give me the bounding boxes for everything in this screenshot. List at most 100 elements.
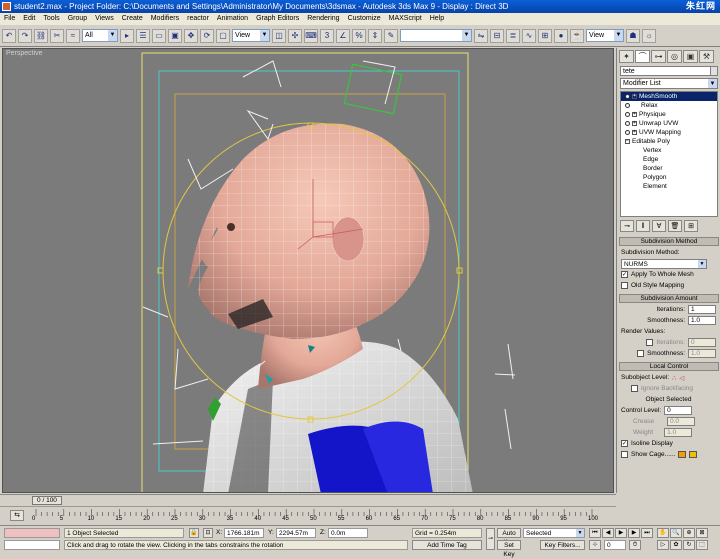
motion-tab-icon[interactable]: ◎ bbox=[667, 50, 682, 63]
rollout-subdivision-amount[interactable]: Subdivision Amount bbox=[619, 294, 719, 303]
maxscript-mini-listener[interactable] bbox=[4, 540, 60, 550]
redo-icon[interactable]: ↷ bbox=[18, 28, 32, 43]
perspective-viewport[interactable]: Perspective bbox=[2, 48, 614, 493]
subobject-polygon[interactable]: Polygon bbox=[621, 173, 717, 182]
app-icon[interactable] bbox=[2, 2, 11, 11]
window-crossing-icon[interactable]: ▣ bbox=[168, 28, 182, 43]
reference-coordinate-dropdown[interactable]: View ▼ bbox=[232, 29, 270, 42]
iterations-spinner[interactable]: 1 bbox=[688, 305, 716, 314]
weight-spinner[interactable]: 1.0 bbox=[664, 428, 693, 437]
select-scale-icon[interactable]: ▢ bbox=[216, 28, 230, 43]
menu-maxscript[interactable]: MAXScript bbox=[385, 13, 426, 25]
unlink-icon[interactable]: ✂ bbox=[50, 28, 64, 43]
configure-sets-icon[interactable]: ⊞ bbox=[684, 220, 698, 232]
track-bar-icon[interactable]: ⇆ bbox=[10, 510, 24, 521]
render-iterations-checkbox[interactable] bbox=[646, 339, 654, 346]
vertex-level-icon[interactable]: ∴ bbox=[672, 374, 676, 382]
maxscript-listener[interactable] bbox=[4, 528, 60, 538]
stack-item-physique[interactable]: + Physique bbox=[621, 110, 717, 119]
smoothness-spinner[interactable]: 1.0 bbox=[688, 316, 716, 325]
select-by-name-icon[interactable]: ☰ bbox=[136, 28, 150, 43]
cage-color-swatch-2[interactable] bbox=[689, 451, 698, 458]
display-tab-icon[interactable]: ▣ bbox=[683, 50, 698, 63]
show-cage-checkbox[interactable] bbox=[621, 451, 628, 458]
stack-item-uvw-mapping[interactable]: + UVW Mapping bbox=[621, 128, 717, 137]
align-icon[interactable]: ⊟ bbox=[490, 28, 504, 43]
create-tab-icon[interactable]: ✦ bbox=[619, 50, 634, 63]
object-name-field[interactable]: tete bbox=[620, 66, 718, 76]
menu-graph-editors[interactable]: Graph Editors bbox=[252, 13, 303, 25]
quick-render-icon[interactable]: ☗ bbox=[626, 28, 640, 43]
stack-item-relax[interactable]: Relax bbox=[621, 101, 717, 110]
select-rotate-icon[interactable]: ⟳ bbox=[200, 28, 214, 43]
rollout-subdivision-method[interactable]: Subdivision Method bbox=[619, 237, 719, 246]
curve-editor-icon[interactable]: ∿ bbox=[522, 28, 536, 43]
expand-icon[interactable]: + bbox=[632, 130, 637, 135]
angle-snap-icon[interactable]: ∠ bbox=[336, 28, 350, 43]
time-configuration-icon[interactable]: ⏱ bbox=[629, 540, 641, 550]
subobject-edge[interactable]: Edge bbox=[621, 155, 717, 164]
auto-key-button[interactable]: Auto Key bbox=[497, 528, 521, 546]
z-coordinate[interactable]: 0.0m bbox=[328, 528, 368, 538]
hierarchy-tab-icon[interactable]: ⊶ bbox=[651, 50, 666, 63]
set-key-button[interactable]: Set Key bbox=[497, 540, 521, 558]
ignore-backfacing-checkbox[interactable] bbox=[631, 385, 638, 392]
menu-group[interactable]: Group bbox=[64, 13, 91, 25]
snaps-toggle-icon[interactable]: 3 bbox=[320, 28, 334, 43]
selection-filter-dropdown[interactable]: All ▼ bbox=[82, 29, 118, 42]
subobject-vertex[interactable]: Vertex bbox=[621, 146, 717, 155]
lightbulb-icon[interactable] bbox=[625, 112, 630, 117]
key-filters-button[interactable]: Key Filters... bbox=[540, 540, 585, 550]
select-manipulate-icon[interactable]: ✣ bbox=[288, 28, 302, 43]
isoline-display-checkbox[interactable]: ✓ bbox=[621, 440, 628, 447]
expand-icon[interactable]: + bbox=[632, 121, 637, 126]
rectangle-selection-icon[interactable]: ▭ bbox=[152, 28, 166, 43]
key-mode-dropdown[interactable]: Selected ▼ bbox=[523, 528, 585, 538]
lock-selection-icon[interactable]: 🔒 bbox=[189, 528, 199, 538]
link-icon[interactable]: ⛓ bbox=[34, 28, 48, 43]
go-to-start-icon[interactable]: ⏮ bbox=[589, 528, 601, 538]
subobject-element[interactable]: Element bbox=[621, 182, 717, 191]
modifier-list-dropdown[interactable]: Modifier List ▼ bbox=[620, 78, 718, 89]
menu-edit[interactable]: Edit bbox=[19, 13, 39, 25]
scene-render[interactable] bbox=[3, 49, 614, 493]
old-style-mapping-checkbox[interactable] bbox=[621, 282, 628, 289]
set-key-mode-icon[interactable]: ⊸ bbox=[486, 528, 495, 550]
active-shade-icon[interactable]: ☼ bbox=[642, 28, 656, 43]
select-move-icon[interactable]: ✥ bbox=[184, 28, 198, 43]
arc-rotate-icon[interactable]: ↻ bbox=[683, 540, 695, 550]
key-mode-toggle-icon[interactable]: ⊹ bbox=[589, 540, 601, 550]
render-type-dropdown[interactable]: View ▼ bbox=[586, 29, 624, 42]
schematic-view-icon[interactable]: ⊞ bbox=[538, 28, 552, 43]
control-level-spinner[interactable]: 0 bbox=[664, 406, 693, 415]
expand-icon[interactable]: + bbox=[632, 112, 637, 117]
select-object-icon[interactable]: ▸ bbox=[120, 28, 134, 43]
percent-snap-icon[interactable]: % bbox=[352, 28, 366, 43]
keyboard-shortcut-icon[interactable]: ⌨ bbox=[304, 28, 318, 43]
pan-view-icon[interactable]: ✋ bbox=[657, 528, 669, 538]
crease-spinner[interactable]: 0.0 bbox=[666, 417, 695, 426]
menu-tools[interactable]: Tools bbox=[39, 13, 63, 25]
menu-help[interactable]: Help bbox=[426, 13, 448, 25]
absolute-mode-icon[interactable]: ⊡ bbox=[203, 528, 213, 538]
previous-frame-icon[interactable]: ◀ bbox=[602, 528, 614, 538]
subobject-border[interactable]: Border bbox=[621, 164, 717, 173]
render-smoothness-checkbox[interactable] bbox=[637, 350, 645, 357]
utilities-tab-icon[interactable]: ⚒ bbox=[699, 50, 714, 63]
pivot-center-icon[interactable]: ◫ bbox=[272, 28, 286, 43]
render-scene-icon[interactable]: ☕ bbox=[570, 28, 584, 43]
undo-icon[interactable]: ↶ bbox=[2, 28, 16, 43]
layer-manager-icon[interactable]: ≣ bbox=[506, 28, 520, 43]
track-bar[interactable]: ⇆ 0 5 10 15 20 25 30 35 40 45 50 55 60 65 70 75 80 85 90 95… bbox=[0, 506, 616, 524]
add-time-tag-button[interactable]: Add Time Tag bbox=[412, 540, 482, 550]
cage-color-swatch-1[interactable] bbox=[678, 451, 687, 458]
stack-item-meshsmooth[interactable]: + MeshSmooth bbox=[621, 92, 717, 101]
lightbulb-icon[interactable] bbox=[625, 121, 630, 126]
time-slider-bar[interactable]: 0 / 100 bbox=[0, 494, 616, 506]
menu-modifiers[interactable]: Modifiers bbox=[147, 13, 183, 25]
track-ruler[interactable] bbox=[34, 508, 594, 516]
menu-create[interactable]: Create bbox=[118, 13, 147, 25]
lightbulb-icon[interactable] bbox=[625, 103, 630, 108]
spinner-snap-icon[interactable]: ⇕ bbox=[368, 28, 382, 43]
x-coordinate[interactable]: 1766.181m bbox=[224, 528, 264, 538]
